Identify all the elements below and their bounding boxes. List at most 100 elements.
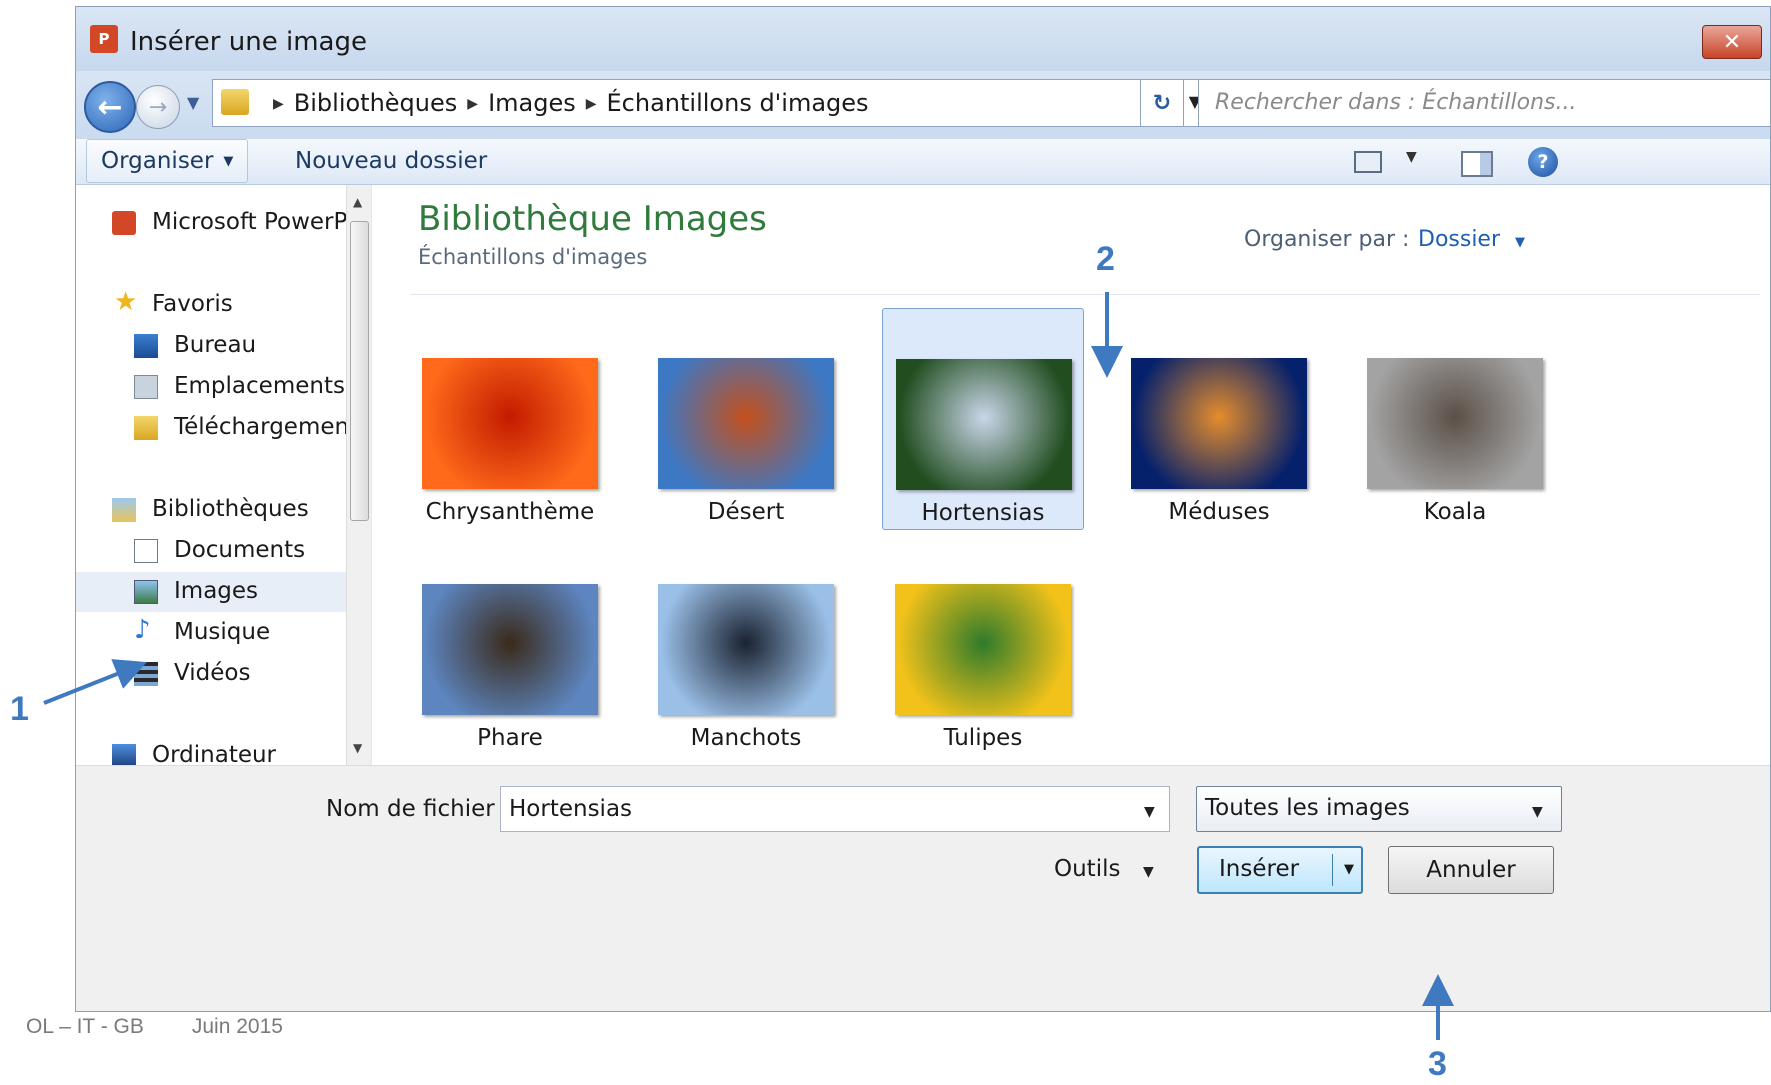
insert-button[interactable]: Insérer ▼ <box>1197 846 1363 894</box>
close-button[interactable]: ✕ <box>1702 25 1762 59</box>
sidebar-item-label: Téléchargements <box>174 414 371 440</box>
address-row: ← → ▼ ▶ Bibliothèques ▶ Images ▶ Échantillons… <box>76 71 1770 139</box>
breadcrumb-arrow-icon[interactable]: ▶ <box>273 96 284 112</box>
thumbnail-caption: Désert <box>707 499 785 525</box>
help-icon[interactable]: ? <box>1528 147 1558 177</box>
image-thumbnail <box>422 358 598 489</box>
window-title: Insérer une image <box>130 27 367 57</box>
breadcrumb-arrow-icon[interactable]: ▶ <box>467 96 478 112</box>
sidebar-item-downloads[interactable]: Téléchargements <box>76 408 371 448</box>
back-arrow-icon: ← <box>97 89 123 125</box>
sidebar-item-label: Favoris <box>152 291 233 317</box>
sidebar-item-powerpoint[interactable]: Microsoft PowerPoint <box>76 203 371 243</box>
sidebar-scrollbar[interactable]: ▲ ▼ <box>346 185 371 765</box>
thumbnail-caption: Chrysanthème <box>425 499 595 525</box>
title-bar: P Insérer une image ✕ <box>76 7 1770 71</box>
navigation-pane: Microsoft PowerPoint ★ Favoris Bureau Em… <box>76 185 371 765</box>
scroll-down-icon[interactable]: ▼ <box>353 741 362 755</box>
sidebar-item-label: Documents <box>174 537 306 563</box>
image-thumbnail <box>422 584 598 715</box>
tools-dropdown-icon[interactable]: ▼ <box>1143 864 1154 880</box>
file-type-dropdown-icon[interactable]: ▼ <box>1532 804 1543 820</box>
thumbnail-caption: Méduses <box>1168 499 1270 525</box>
view-dropdown-icon[interactable]: ▼ <box>1406 149 1417 165</box>
breadcrumb-images[interactable]: Images <box>488 89 576 117</box>
thumbnail-desert[interactable]: Désert <box>645 308 847 530</box>
image-thumbnail <box>658 584 834 715</box>
footer-author: OL – IT - GB <box>26 1015 144 1038</box>
search-placeholder: Rechercher dans : Échantillons... <box>1215 90 1577 115</box>
refresh-button[interactable]: ↻ <box>1140 79 1184 127</box>
search-input[interactable]: Rechercher dans : Échantillons... <box>1198 79 1770 127</box>
arrange-by-value: Dossier <box>1418 227 1501 252</box>
insert-options-dropdown-icon[interactable]: ▼ <box>1344 862 1354 877</box>
thumbnail-chrysantheme[interactable]: Chrysanthème <box>409 308 611 530</box>
scroll-up-icon[interactable]: ▲ <box>353 195 362 209</box>
sidebar-item-recent-places[interactable]: Emplacements récents <box>76 367 370 407</box>
organise-button[interactable]: Organiser ▼ <box>86 139 249 183</box>
computer-icon <box>112 744 136 765</box>
footer-date: Juin 2015 <box>191 1015 283 1038</box>
library-subtitle: Échantillons d'images <box>418 245 648 269</box>
sidebar-item-music[interactable]: ♪ Musique <box>76 613 370 653</box>
music-icon: ♪ <box>134 615 151 645</box>
new-folder-button[interactable]: Nouveau dossier <box>281 139 501 183</box>
thumbnail-meduses[interactable]: Méduses <box>1118 308 1320 530</box>
library-title: Bibliothèque Images <box>418 199 767 239</box>
tools-button[interactable]: Outils <box>1054 856 1120 882</box>
thumbnail-caption: Koala <box>1423 499 1487 525</box>
thumbnail-phare[interactable]: Phare <box>409 534 611 756</box>
chevron-down-icon: ▼ <box>1515 235 1526 250</box>
thumbnail-caption: Tulipes <box>943 725 1023 751</box>
back-button[interactable]: ← <box>84 81 136 133</box>
breadcrumb-libraries[interactable]: Bibliothèques <box>294 89 458 117</box>
insert-picture-dialog: P Insérer une image ✕ ← → ▼ ▶ Bibliothèqu… <box>75 6 1771 1012</box>
scroll-thumb[interactable] <box>350 221 369 521</box>
powerpoint-icon <box>112 211 136 235</box>
sidebar-item-pictures[interactable]: Images <box>76 572 370 612</box>
sidebar-item-libraries[interactable]: Bibliothèques <box>76 490 370 530</box>
downloads-icon <box>134 416 158 440</box>
image-thumbnail <box>896 359 1072 490</box>
sidebar-item-label: Bureau <box>174 332 257 358</box>
file-type-select[interactable]: Toutes les images <box>1196 786 1562 832</box>
image-thumbnail <box>1131 358 1307 489</box>
organise-label: Organiser <box>101 148 214 174</box>
filename-dropdown-icon[interactable]: ▼ <box>1144 804 1155 820</box>
breadcrumb-arrow-icon[interactable]: ▶ <box>586 96 597 112</box>
thumbnail-koala[interactable]: Koala <box>1354 308 1556 530</box>
breadcrumb-samples[interactable]: Échantillons d'images <box>607 89 869 117</box>
image-thumbnail <box>1367 358 1543 489</box>
sidebar-item-label: Vidéos <box>174 660 251 686</box>
pictures-icon <box>134 580 158 604</box>
insert-label: Insérer <box>1219 856 1300 882</box>
powerpoint-app-icon: P <box>90 25 118 53</box>
folder-icon <box>221 89 249 115</box>
thumbnail-manchots[interactable]: Manchots <box>645 534 847 756</box>
thumbnail-caption: Manchots <box>690 725 802 751</box>
filename-label: Nom de fichier : <box>326 796 510 822</box>
star-icon: ★ <box>114 287 138 317</box>
address-bar[interactable]: ▶ Bibliothèques ▶ Images ▶ Échantillons d'ima… <box>212 79 1212 127</box>
thumbnail-tulipes[interactable]: Tulipes <box>882 534 1084 756</box>
sidebar-item-label: Images <box>174 578 259 604</box>
cancel-button[interactable]: Annuler <box>1388 846 1554 894</box>
split-divider <box>1332 854 1333 886</box>
sidebar-item-label: Microsoft PowerPoint <box>152 209 371 235</box>
arrange-by-label: Organiser par : <box>1244 227 1410 252</box>
videos-icon <box>134 662 158 686</box>
thumbnail-caption: Hortensias <box>921 500 1045 526</box>
sidebar-item-desktop[interactable]: Bureau <box>76 326 370 366</box>
arrange-by-dropdown[interactable]: Dossier ▼ <box>1418 227 1525 252</box>
forward-button[interactable]: → <box>136 85 180 129</box>
change-view-icon[interactable] <box>1354 151 1382 173</box>
refresh-icon: ↻ <box>1152 90 1172 116</box>
sidebar-item-documents[interactable]: Documents <box>76 531 370 571</box>
sidebar-item-computer[interactable]: Ordinateur <box>76 736 370 765</box>
history-dropdown-icon[interactable]: ▼ <box>187 93 199 112</box>
sidebar-item-favorites[interactable]: ★ Favoris <box>76 285 370 325</box>
filename-input[interactable] <box>500 786 1170 832</box>
sidebar-item-videos[interactable]: Vidéos <box>76 654 370 694</box>
thumbnail-hortensias[interactable]: Hortensias <box>882 308 1084 530</box>
preview-pane-icon[interactable] <box>1461 151 1493 177</box>
